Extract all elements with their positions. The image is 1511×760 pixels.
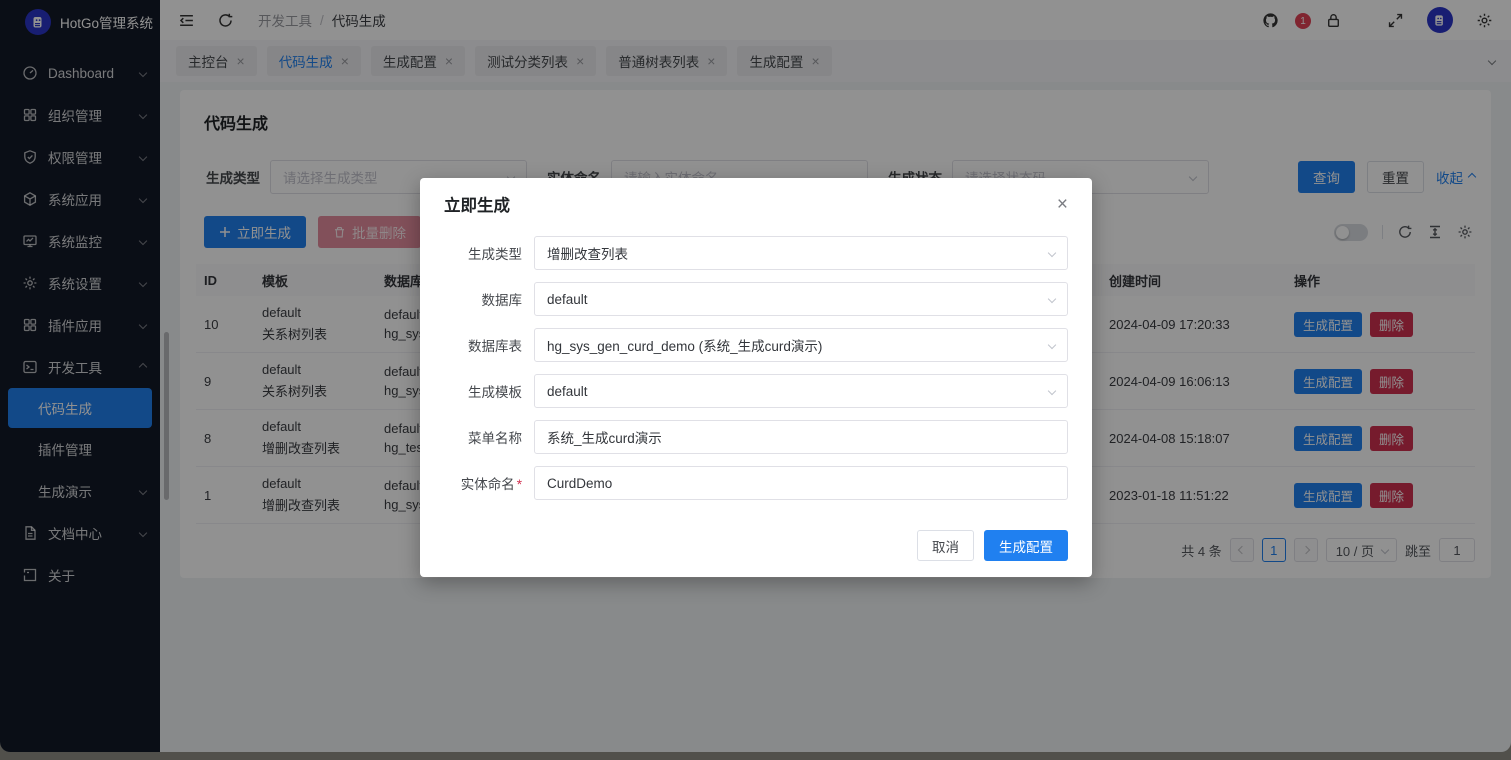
modal-cancel-button[interactable]: 取消: [917, 530, 974, 561]
field-label-generate-type: 生成类型: [444, 243, 522, 263]
menu-name-input[interactable]: 系统_生成curd演示: [534, 420, 1068, 454]
modal-title: 立即生成: [444, 192, 510, 216]
database-select[interactable]: default: [534, 282, 1068, 316]
chevron-down-icon: [1048, 341, 1056, 349]
chevron-down-icon: [1048, 295, 1056, 303]
required-asterisk: *: [517, 477, 522, 492]
field-label-database: 数据库: [444, 289, 522, 309]
modal-close-icon[interactable]: ×: [1057, 195, 1068, 214]
db-table-select[interactable]: hg_sys_gen_curd_demo (系统_生成curd演示): [534, 328, 1068, 362]
entity-name-modal-input[interactable]: CurdDemo: [534, 466, 1068, 500]
generate-template-select[interactable]: default: [534, 374, 1068, 408]
field-label-db-table: 数据库表: [444, 335, 522, 355]
generate-now-modal: 立即生成 × 生成类型 增删改查列表 数据库 default 数据库表 hg_s…: [420, 178, 1092, 577]
chevron-down-icon: [1048, 249, 1056, 257]
modal-confirm-button[interactable]: 生成配置: [984, 530, 1068, 561]
field-label-template: 生成模板: [444, 381, 522, 401]
field-label-entity-name: 实体命名*: [444, 473, 522, 493]
generate-type-modal-select[interactable]: 增删改查列表: [534, 236, 1068, 270]
chevron-down-icon: [1048, 387, 1056, 395]
field-label-menu-name: 菜单名称: [444, 427, 522, 447]
